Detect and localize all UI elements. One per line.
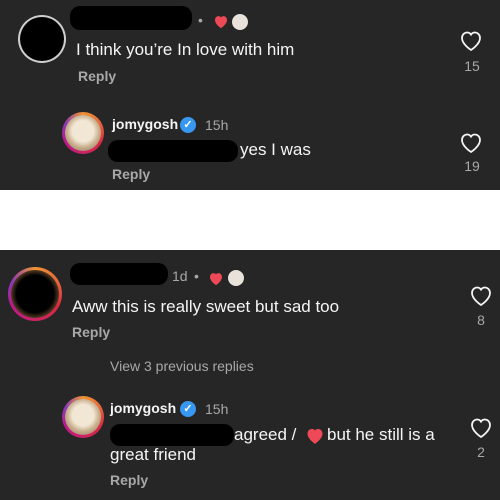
comment-thread-1: • I think you’re In love with him Reply … — [0, 0, 500, 190]
reply-text-part1: agreed / — [234, 425, 297, 444]
reply-time: 15h — [205, 117, 229, 133]
redacted-username — [70, 6, 192, 30]
redacted-username — [70, 263, 168, 285]
view-previous-replies[interactable]: View 3 previous replies — [110, 358, 254, 374]
creator-mini-avatar — [228, 270, 244, 286]
reply-button[interactable]: Reply — [112, 166, 150, 182]
reply-username[interactable]: jomygosh — [112, 116, 178, 132]
reply-text: yes I was — [240, 140, 311, 159]
like-count: 19 — [464, 158, 480, 174]
meta-dot: • — [198, 12, 203, 28]
like-heart-icon[interactable] — [459, 132, 483, 154]
comment-time: 1d — [172, 268, 188, 284]
like-count: 15 — [464, 58, 480, 74]
redacted-mention — [110, 424, 234, 446]
reply-text-line2: great friend — [110, 445, 196, 464]
like-heart-icon[interactable] — [469, 285, 493, 307]
reply-button[interactable]: Reply — [78, 68, 116, 84]
reply-author-avatar[interactable] — [62, 112, 104, 154]
like-count: 2 — [477, 444, 485, 460]
commenter-avatar[interactable] — [18, 15, 66, 63]
creator-mini-avatar — [232, 14, 248, 30]
comment-thread-2: 1d • Aww this is really sweet but sad to… — [0, 250, 500, 500]
redacted-mention — [108, 140, 238, 162]
reply-time: 15h — [205, 401, 229, 417]
like-count: 8 — [477, 312, 485, 328]
meta-dot: • — [194, 268, 199, 284]
reply-button[interactable]: Reply — [110, 472, 148, 488]
commenter-avatar[interactable] — [8, 267, 62, 321]
reply-username[interactable]: jomygosh — [110, 400, 176, 416]
reply-text-part2: but he still is a — [327, 425, 435, 444]
red-heart-emoji-icon — [305, 426, 325, 445]
verified-badge-icon: ✓ — [180, 401, 196, 417]
like-heart-icon[interactable] — [459, 30, 483, 52]
creator-liked-heart-icon — [213, 14, 229, 29]
verified-badge-icon: ✓ — [180, 117, 196, 133]
comment-text: Aww this is really sweet but sad too — [72, 297, 340, 316]
like-heart-icon[interactable] — [469, 417, 493, 439]
reply-author-avatar[interactable] — [62, 396, 104, 438]
reply-button[interactable]: Reply — [72, 324, 110, 340]
comment-text: I think you’re In love with him — [76, 40, 295, 59]
creator-liked-heart-icon — [208, 271, 224, 286]
